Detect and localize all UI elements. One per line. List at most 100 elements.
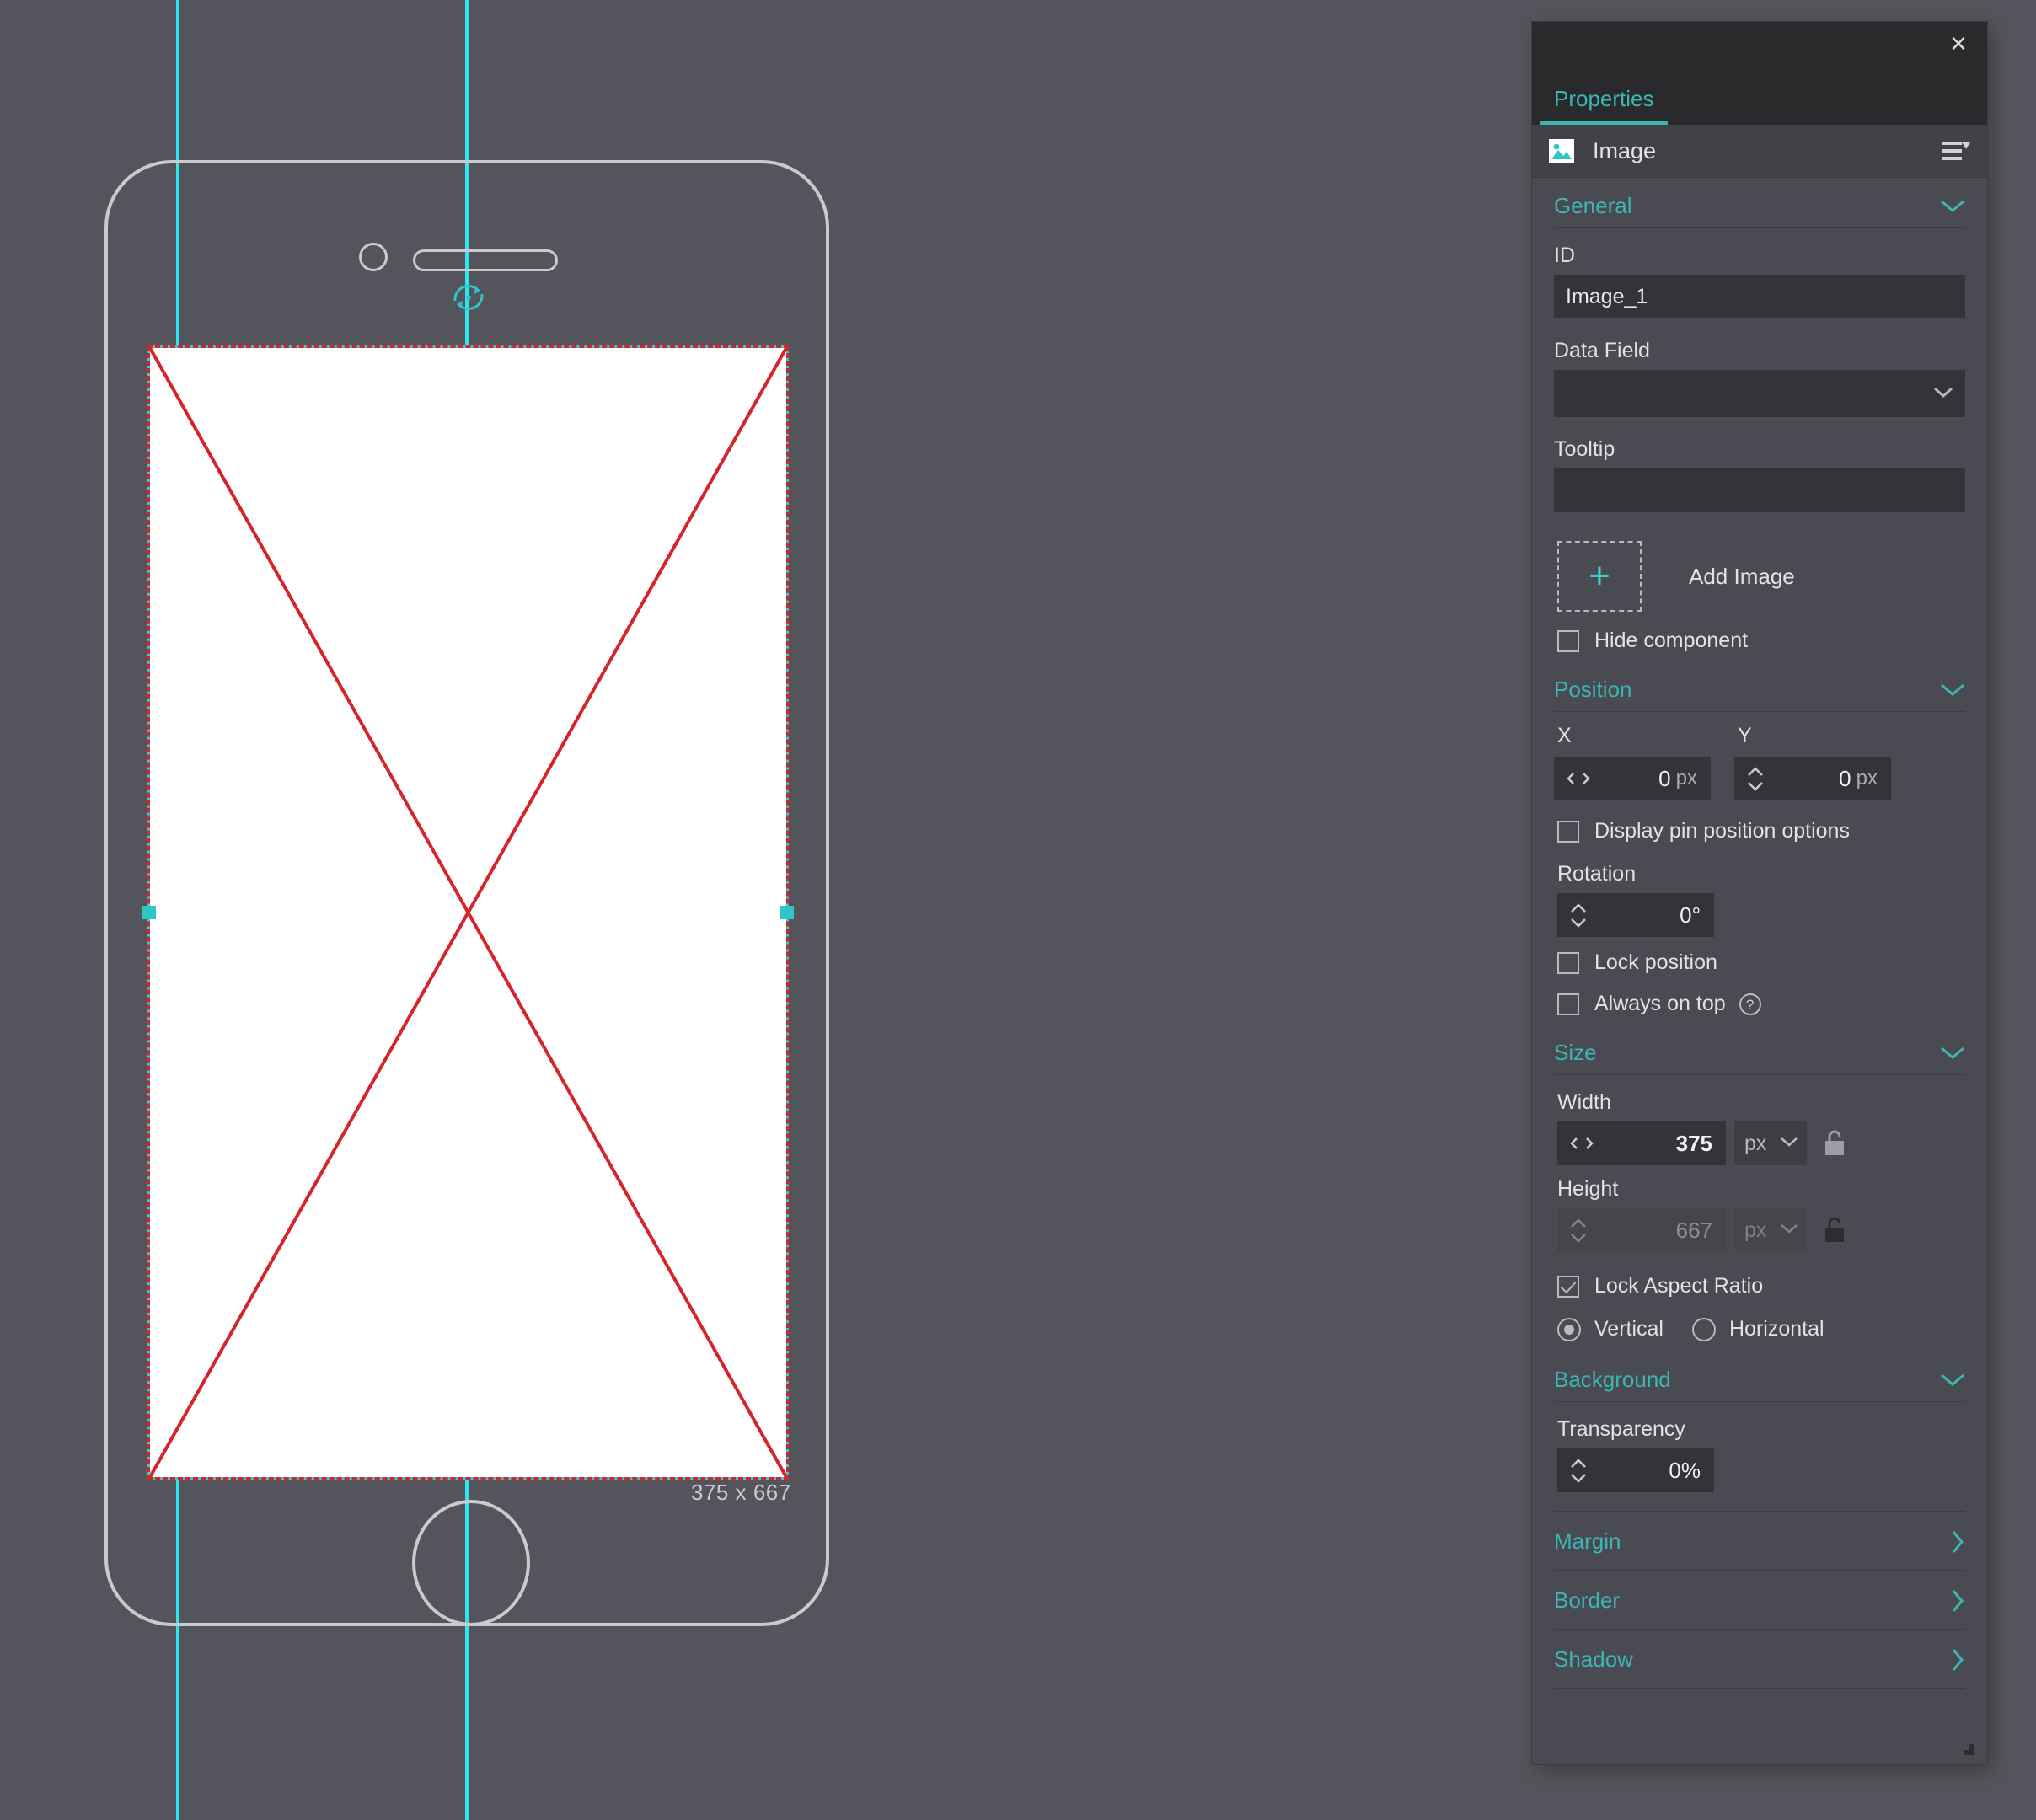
resize-handle-left[interactable] [142, 906, 156, 919]
chevron-right-icon[interactable] [1950, 1529, 1965, 1555]
resize-handle-right[interactable] [780, 906, 794, 919]
lock-aspect-ratio-checkbox[interactable] [1557, 1275, 1579, 1298]
chevron-down-icon[interactable] [1940, 1046, 1965, 1061]
y-unit: px [1856, 767, 1878, 790]
lock-aspect-ratio-row[interactable]: Lock Aspect Ratio [1532, 1261, 1987, 1307]
chevron-down-icon[interactable] [1933, 386, 1953, 399]
section-header-border[interactable]: Border [1532, 1571, 1987, 1629]
height-input[interactable]: 667 [1557, 1208, 1726, 1252]
x-value: 0 [1658, 765, 1671, 791]
label-height: Height [1557, 1177, 1619, 1201]
stepper-vertical-icon[interactable] [1567, 893, 1589, 937]
width-unit-value: px [1744, 1132, 1767, 1155]
y-input[interactable]: 0 px [1734, 757, 1891, 800]
section-header-size[interactable]: Size [1532, 1025, 1987, 1074]
width-value: 375 [1675, 1130, 1712, 1156]
transparency-input-wrap: 0% [1532, 1448, 1987, 1511]
tab-properties[interactable]: Properties [1540, 79, 1668, 125]
tooltip-input[interactable] [1554, 468, 1965, 512]
label-tooltip: Tooltip [1554, 437, 1615, 461]
display-pin-checkbox[interactable] [1557, 820, 1579, 843]
always-on-top-row[interactable]: Always on top ? [1532, 983, 1987, 1025]
lock-position-checkbox[interactable] [1557, 951, 1579, 974]
section-title-margin: Margin [1554, 1528, 1621, 1554]
divider [1554, 1688, 1965, 1689]
component-header: Image [1532, 125, 1987, 178]
divider [1554, 1401, 1965, 1402]
radio-vertical-label: Vertical [1594, 1317, 1664, 1341]
resize-grip-icon[interactable] [1962, 1739, 1980, 1758]
display-pin-row[interactable]: Display pin position options [1532, 811, 1987, 852]
rotate-icon[interactable] [447, 276, 490, 319]
always-on-top-label: Always on top [1594, 992, 1726, 1015]
section-header-margin[interactable]: Margin [1532, 1512, 1987, 1570]
section-header-position[interactable]: Position [1532, 661, 1987, 711]
chevron-right-icon[interactable] [1950, 1588, 1965, 1614]
lock-position-row[interactable]: Lock position [1532, 942, 1987, 983]
section-title-position: Position [1554, 677, 1632, 702]
width-row: 375 px [1532, 1121, 1987, 1174]
stepper-horizontal-icon[interactable] [1567, 1121, 1601, 1165]
unlock-icon[interactable] [1822, 1216, 1847, 1245]
divider [1554, 1074, 1965, 1075]
radio-horizontal-label: Horizontal [1728, 1317, 1824, 1341]
hamburger-menu-icon[interactable] [1942, 139, 1970, 163]
chevron-down-icon[interactable] [1940, 199, 1965, 214]
transparency-value: 0% [1669, 1457, 1701, 1483]
hide-component-label: Hide component [1594, 629, 1749, 652]
chevron-down-icon[interactable] [1940, 1373, 1965, 1388]
stepper-vertical-icon[interactable] [1744, 757, 1766, 800]
add-image-label: Add Image [1689, 563, 1795, 589]
height-row: 667 px [1532, 1208, 1987, 1261]
transparency-input[interactable]: 0% [1557, 1448, 1714, 1492]
xy-labels-row: X Y [1532, 724, 1987, 757]
chevron-down-icon[interactable] [1940, 682, 1965, 698]
chevron-right-icon[interactable] [1950, 1647, 1965, 1673]
camera-icon [359, 243, 388, 271]
close-icon[interactable]: ✕ [1943, 29, 1974, 59]
section-header-shadow[interactable]: Shadow [1532, 1630, 1987, 1688]
rotation-input-wrap: 0° [1532, 893, 1987, 942]
selected-image-component[interactable] [142, 345, 794, 1480]
hide-component-checkbox[interactable] [1557, 629, 1579, 652]
stepper-vertical-icon[interactable] [1567, 1448, 1589, 1492]
help-icon[interactable]: ? [1739, 993, 1761, 1015]
radio-vertical[interactable] [1557, 1317, 1581, 1341]
x-input[interactable]: 0 px [1554, 757, 1711, 800]
lock-position-label: Lock position [1594, 950, 1717, 974]
chevron-down-icon[interactable] [1780, 1136, 1798, 1148]
image-placeholder-cross-icon [150, 348, 786, 1477]
section-header-general[interactable]: General [1532, 178, 1987, 228]
stepper-horizontal-icon[interactable] [1564, 757, 1598, 800]
add-image-button[interactable]: + [1557, 541, 1642, 612]
plus-icon: + [1589, 555, 1610, 597]
width-unit-select[interactable]: px [1734, 1121, 1807, 1165]
rotation-value: 0° [1680, 902, 1701, 928]
unlock-icon[interactable] [1822, 1129, 1847, 1158]
width-input[interactable]: 375 [1557, 1121, 1726, 1165]
y-value: 0 [1839, 765, 1851, 791]
always-on-top-checkbox[interactable] [1557, 993, 1579, 1015]
id-input[interactable]: Image_1 [1554, 275, 1965, 318]
radio-horizontal[interactable] [1691, 1317, 1716, 1341]
hide-component-row[interactable]: Hide component [1532, 620, 1987, 661]
height-value: 667 [1675, 1217, 1712, 1243]
data-field-select[interactable] [1554, 370, 1965, 417]
height-unit-select[interactable]: px [1734, 1208, 1807, 1252]
rotation-input[interactable]: 0° [1557, 893, 1714, 937]
stepper-vertical-icon[interactable] [1567, 1208, 1589, 1252]
section-header-background[interactable]: Background [1532, 1352, 1987, 1401]
image-icon [1549, 139, 1574, 163]
label-x: X [1557, 724, 1572, 747]
chevron-down-icon[interactable] [1780, 1223, 1798, 1234]
section-title-size: Size [1554, 1040, 1597, 1065]
section-title-general: General [1554, 193, 1632, 218]
height-unit-value: px [1744, 1218, 1767, 1242]
home-button-icon [412, 1500, 530, 1626]
data-field-value [1554, 382, 1566, 405]
lock-aspect-ratio-label: Lock Aspect Ratio [1594, 1274, 1764, 1298]
panel-tab-bar: Properties [1532, 79, 1987, 125]
speaker-icon [413, 249, 558, 271]
label-transparency: Transparency [1557, 1417, 1685, 1441]
label-y: Y [1738, 724, 1752, 747]
